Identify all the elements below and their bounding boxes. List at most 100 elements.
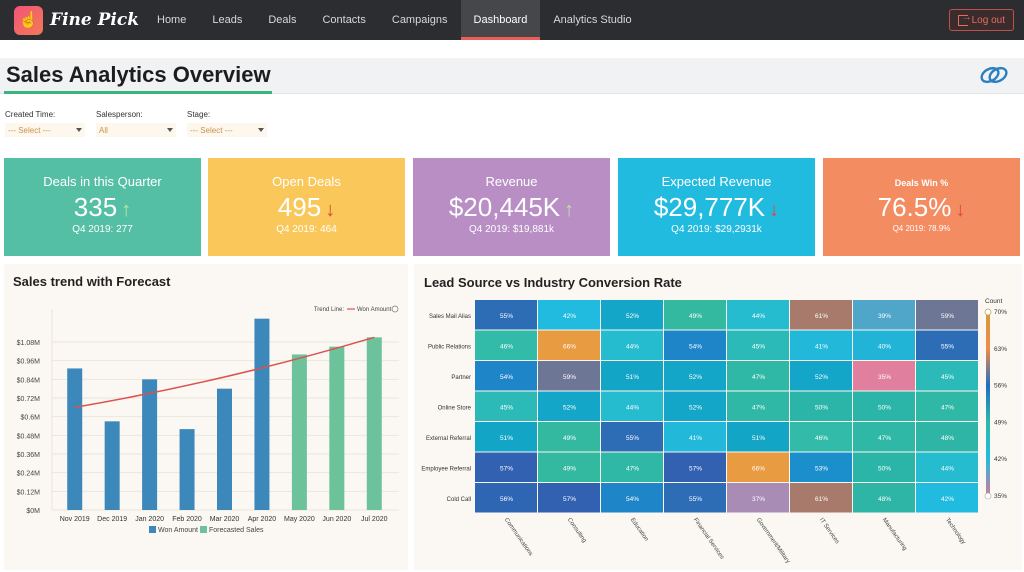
range-handle-max[interactable] (984, 308, 992, 316)
cell-value: 51% (626, 374, 639, 381)
nav-item-analytics-studio[interactable]: Analytics Studio (540, 0, 644, 40)
y-tick-label: $0.12M (17, 489, 41, 496)
filter-salesperson: Salesperson: All (96, 110, 176, 137)
nav-item-dashboard[interactable]: Dashboard (460, 0, 541, 40)
filter-created-time: Created Time: --- Select --- (5, 110, 85, 137)
nav-item-deals[interactable]: Deals (255, 0, 309, 40)
kpi-card-open-deals[interactable]: Open Deals 495 ↓ Q4 2019: 464 (208, 158, 405, 256)
cell-value: 42% (941, 496, 954, 503)
filter-value: --- Select --- (190, 125, 233, 135)
cell-value: 57% (689, 465, 702, 472)
row-label: Online Store (438, 405, 472, 411)
legend-tick: 42% (994, 456, 1007, 463)
nav-item-campaigns[interactable]: Campaigns (379, 0, 461, 40)
cell-value: 59% (563, 374, 576, 381)
cell-value: 44% (626, 404, 639, 411)
cell-value: 50% (878, 465, 891, 472)
column-label: Financial Services (692, 517, 725, 560)
filter-dropdown[interactable]: --- Select --- (187, 123, 267, 137)
bar-won-amount[interactable] (142, 379, 158, 510)
kpi-card-deals-win[interactable]: Deals Win % 76.5% ↓ Q4 2019: 78.9% (823, 158, 1020, 256)
cell-value: 40% (878, 343, 891, 350)
link-rings-icon[interactable] (978, 64, 1010, 86)
kpi-card-revenue[interactable]: Revenue $20,445K ↑ Q4 2019: $19,881k (413, 158, 610, 256)
range-handle-min[interactable] (984, 492, 992, 500)
kpi-previous: Q4 2019: 277 (72, 224, 133, 235)
cell-value: 49% (689, 313, 702, 320)
kpi-title: Deals Win % (894, 178, 949, 188)
filter-value: --- Select --- (8, 125, 51, 135)
cell-value: 57% (500, 465, 513, 472)
kpi-previous: Q4 2019: $19,881k (468, 224, 555, 235)
y-tick-label: $0.36M (17, 452, 41, 459)
color-scale-bar (986, 312, 990, 496)
logout-button[interactable]: Log out (948, 9, 1014, 31)
kpi-title: Deals in this Quarter (43, 174, 162, 189)
bar-forecasted-sales[interactable] (329, 346, 345, 510)
logout-label: Log out (971, 14, 1005, 26)
kpi-value-row: 76.5% ↓ (823, 192, 1020, 223)
bar-won-amount[interactable] (67, 368, 83, 510)
row-label: Sales Mail Alias (429, 314, 471, 320)
bar-won-amount[interactable] (217, 388, 232, 510)
filter-value: All (99, 125, 108, 135)
cell-value: 55% (626, 435, 639, 442)
kpi-card-expected-revenue[interactable]: Expected Revenue $29,777K ↓ Q4 2019: $29,29… (618, 158, 815, 256)
title-bar: Sales Analytics Overview (0, 58, 1024, 94)
arrow-up-icon: ↑ (564, 199, 575, 221)
bar-forecasted-sales[interactable] (291, 354, 307, 510)
cell-value: 55% (500, 313, 513, 320)
column-label: Communications (503, 517, 534, 557)
chevron-down-icon (258, 128, 264, 132)
cell-value: 49% (563, 435, 576, 442)
info-icon[interactable] (391, 305, 399, 313)
hand-pick-icon: ☝ (14, 5, 43, 35)
y-tick-label: $0.24M (17, 471, 41, 478)
cell-value: 61% (815, 313, 828, 320)
kpi-previous: Q4 2019: $29,2931k (671, 224, 762, 235)
kpi-title: Expected Revenue (661, 174, 772, 189)
legend-swatch-won-amount[interactable] (149, 526, 156, 533)
arrow-up-icon: ↑ (121, 199, 132, 221)
legend-swatch-forecasted-sales[interactable] (200, 526, 207, 533)
page-title: Sales Analytics Overview (6, 62, 271, 87)
filter-dropdown[interactable]: --- Select --- (5, 123, 85, 137)
kpi-value-row: $20,445K ↑ (413, 192, 610, 223)
cell-value: 49% (563, 465, 576, 472)
chevron-down-icon (76, 128, 82, 132)
brand-logo[interactable]: ☝ Fine Pick (14, 5, 144, 35)
column-label: Consulting (566, 517, 587, 544)
cell-value: 37% (752, 496, 765, 503)
cell-value: 52% (689, 374, 702, 381)
arrow-down-icon: ↓ (769, 199, 780, 221)
trend-line-label: Trend Line: (314, 307, 344, 313)
kpi-card-deals-in-this-quarter[interactable]: Deals in this Quarter 335 ↑ Q4 2019: 277 (4, 158, 201, 256)
arrow-down-icon: ↓ (325, 199, 336, 221)
x-tick-label: Mar 2020 (210, 516, 240, 523)
chevron-down-icon (167, 128, 173, 132)
cell-value: 46% (500, 343, 513, 350)
cell-value: 45% (941, 374, 954, 381)
y-tick-label: $0.96M (17, 359, 41, 366)
cell-value: 42% (563, 313, 576, 320)
y-tick-label: $1.08M (17, 340, 41, 347)
nav-menu: Home Leads Deals Contacts Campaigns Dashboard… (144, 0, 645, 40)
filter-dropdown[interactable]: All (96, 123, 176, 137)
bar-won-amount[interactable] (254, 318, 270, 510)
x-tick-label: Nov 2019 (60, 516, 90, 523)
cell-value: 47% (626, 465, 639, 472)
column-label: IT Services (818, 517, 840, 545)
nav-item-home[interactable]: Home (144, 0, 199, 40)
kpi-title: Open Deals (272, 174, 341, 189)
cell-value: 57% (563, 496, 576, 503)
column-label: Education (629, 517, 649, 542)
nav-item-contacts[interactable]: Contacts (309, 0, 378, 40)
bar-won-amount[interactable] (104, 421, 120, 510)
logout-icon (957, 12, 972, 26)
cell-value: 44% (752, 313, 765, 320)
bar-forecasted-sales[interactable] (366, 337, 382, 510)
x-tick-label: Jul 2020 (361, 516, 388, 523)
cell-value: 66% (752, 465, 765, 472)
nav-item-leads[interactable]: Leads (199, 0, 255, 40)
bar-won-amount[interactable] (179, 429, 195, 510)
